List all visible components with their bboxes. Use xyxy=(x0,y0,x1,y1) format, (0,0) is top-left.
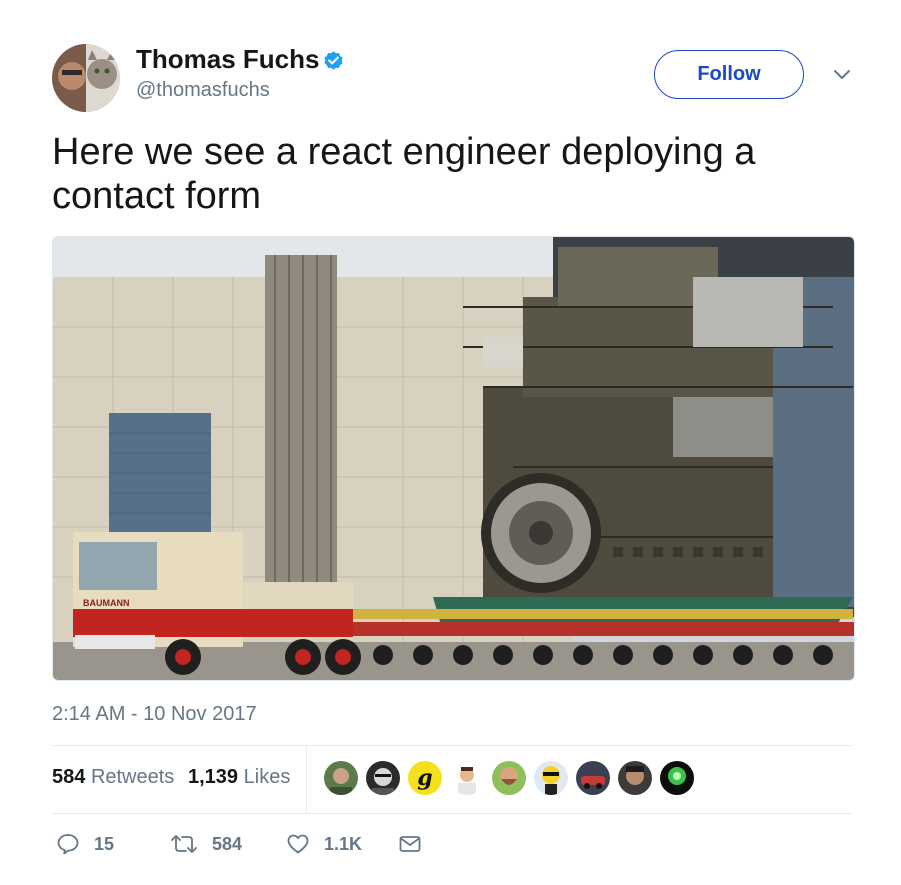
liker-avatar[interactable]: g xyxy=(408,761,442,795)
liker-avatar[interactable] xyxy=(660,761,694,795)
heart-icon xyxy=(287,834,309,854)
like-count: 1.1K xyxy=(324,833,363,854)
author-handle[interactable]: @thomasfuchs xyxy=(136,79,270,102)
liker-avatar[interactable] xyxy=(492,761,526,795)
avatar-car-icon xyxy=(576,761,610,795)
liker-avatar[interactable] xyxy=(366,761,400,795)
retweets-count: 584 xyxy=(52,766,86,788)
likes-label: Likes xyxy=(243,766,291,788)
liker-avatar[interactable] xyxy=(618,761,652,795)
likers-avatar-list: g xyxy=(324,761,694,795)
avatar-letter-g-icon: g xyxy=(408,761,442,795)
stats-divider xyxy=(306,746,307,813)
avatar-cartoon-yellow-icon xyxy=(534,761,568,795)
like-action[interactable]: 1.1K xyxy=(286,830,362,858)
avatar-man-glasses-icon xyxy=(366,761,400,795)
avatar-man-cartoon-icon xyxy=(450,761,484,795)
divider xyxy=(52,745,853,746)
retweets-stat[interactable]: 584 Retweets xyxy=(52,766,174,789)
avatar-image xyxy=(52,44,120,112)
direct-message-action[interactable] xyxy=(398,830,422,858)
liker-avatar[interactable] xyxy=(324,761,358,795)
verified-badge-icon xyxy=(324,51,343,70)
retweet-action[interactable]: 584 xyxy=(170,830,242,858)
chevron-down-icon[interactable] xyxy=(830,63,854,85)
retweets-label: Retweets xyxy=(90,766,175,788)
tweet-text: Here we see a react engineer deploying a… xyxy=(52,131,756,217)
engine-truck-photo: BAUMANN xyxy=(53,237,854,680)
avatar-man-beard-icon xyxy=(492,761,526,795)
author-avatar[interactable] xyxy=(52,44,120,112)
retweet-count: 584 xyxy=(212,833,243,854)
divider xyxy=(52,813,853,814)
author-name[interactable]: Thomas Fuchs xyxy=(136,44,319,75)
reply-icon xyxy=(57,834,79,855)
tweet-timestamp[interactable]: 2:14 AM - 10 Nov 2017 xyxy=(52,703,257,726)
follow-button[interactable]: Follow xyxy=(654,50,804,99)
liker-avatar[interactable] xyxy=(534,761,568,795)
avatar-man-green-icon xyxy=(324,761,358,795)
avatar-letter-glyph: g xyxy=(417,765,432,791)
liker-avatar[interactable] xyxy=(450,761,484,795)
reply-action[interactable]: 15 xyxy=(56,830,114,858)
retweet-icon xyxy=(171,835,197,853)
avatar-man-dark-icon xyxy=(618,761,652,795)
tweet-media-image[interactable]: BAUMANN xyxy=(52,236,855,681)
liker-avatar[interactable] xyxy=(576,761,610,795)
likes-stat[interactable]: 1,139 Likes xyxy=(188,766,290,789)
reply-count: 15 xyxy=(94,833,115,854)
truck-brand-label: BAUMANN xyxy=(83,598,130,608)
likes-count: 1,139 xyxy=(188,766,239,788)
envelope-icon xyxy=(399,836,421,852)
avatar-green-glow-icon xyxy=(660,761,694,795)
